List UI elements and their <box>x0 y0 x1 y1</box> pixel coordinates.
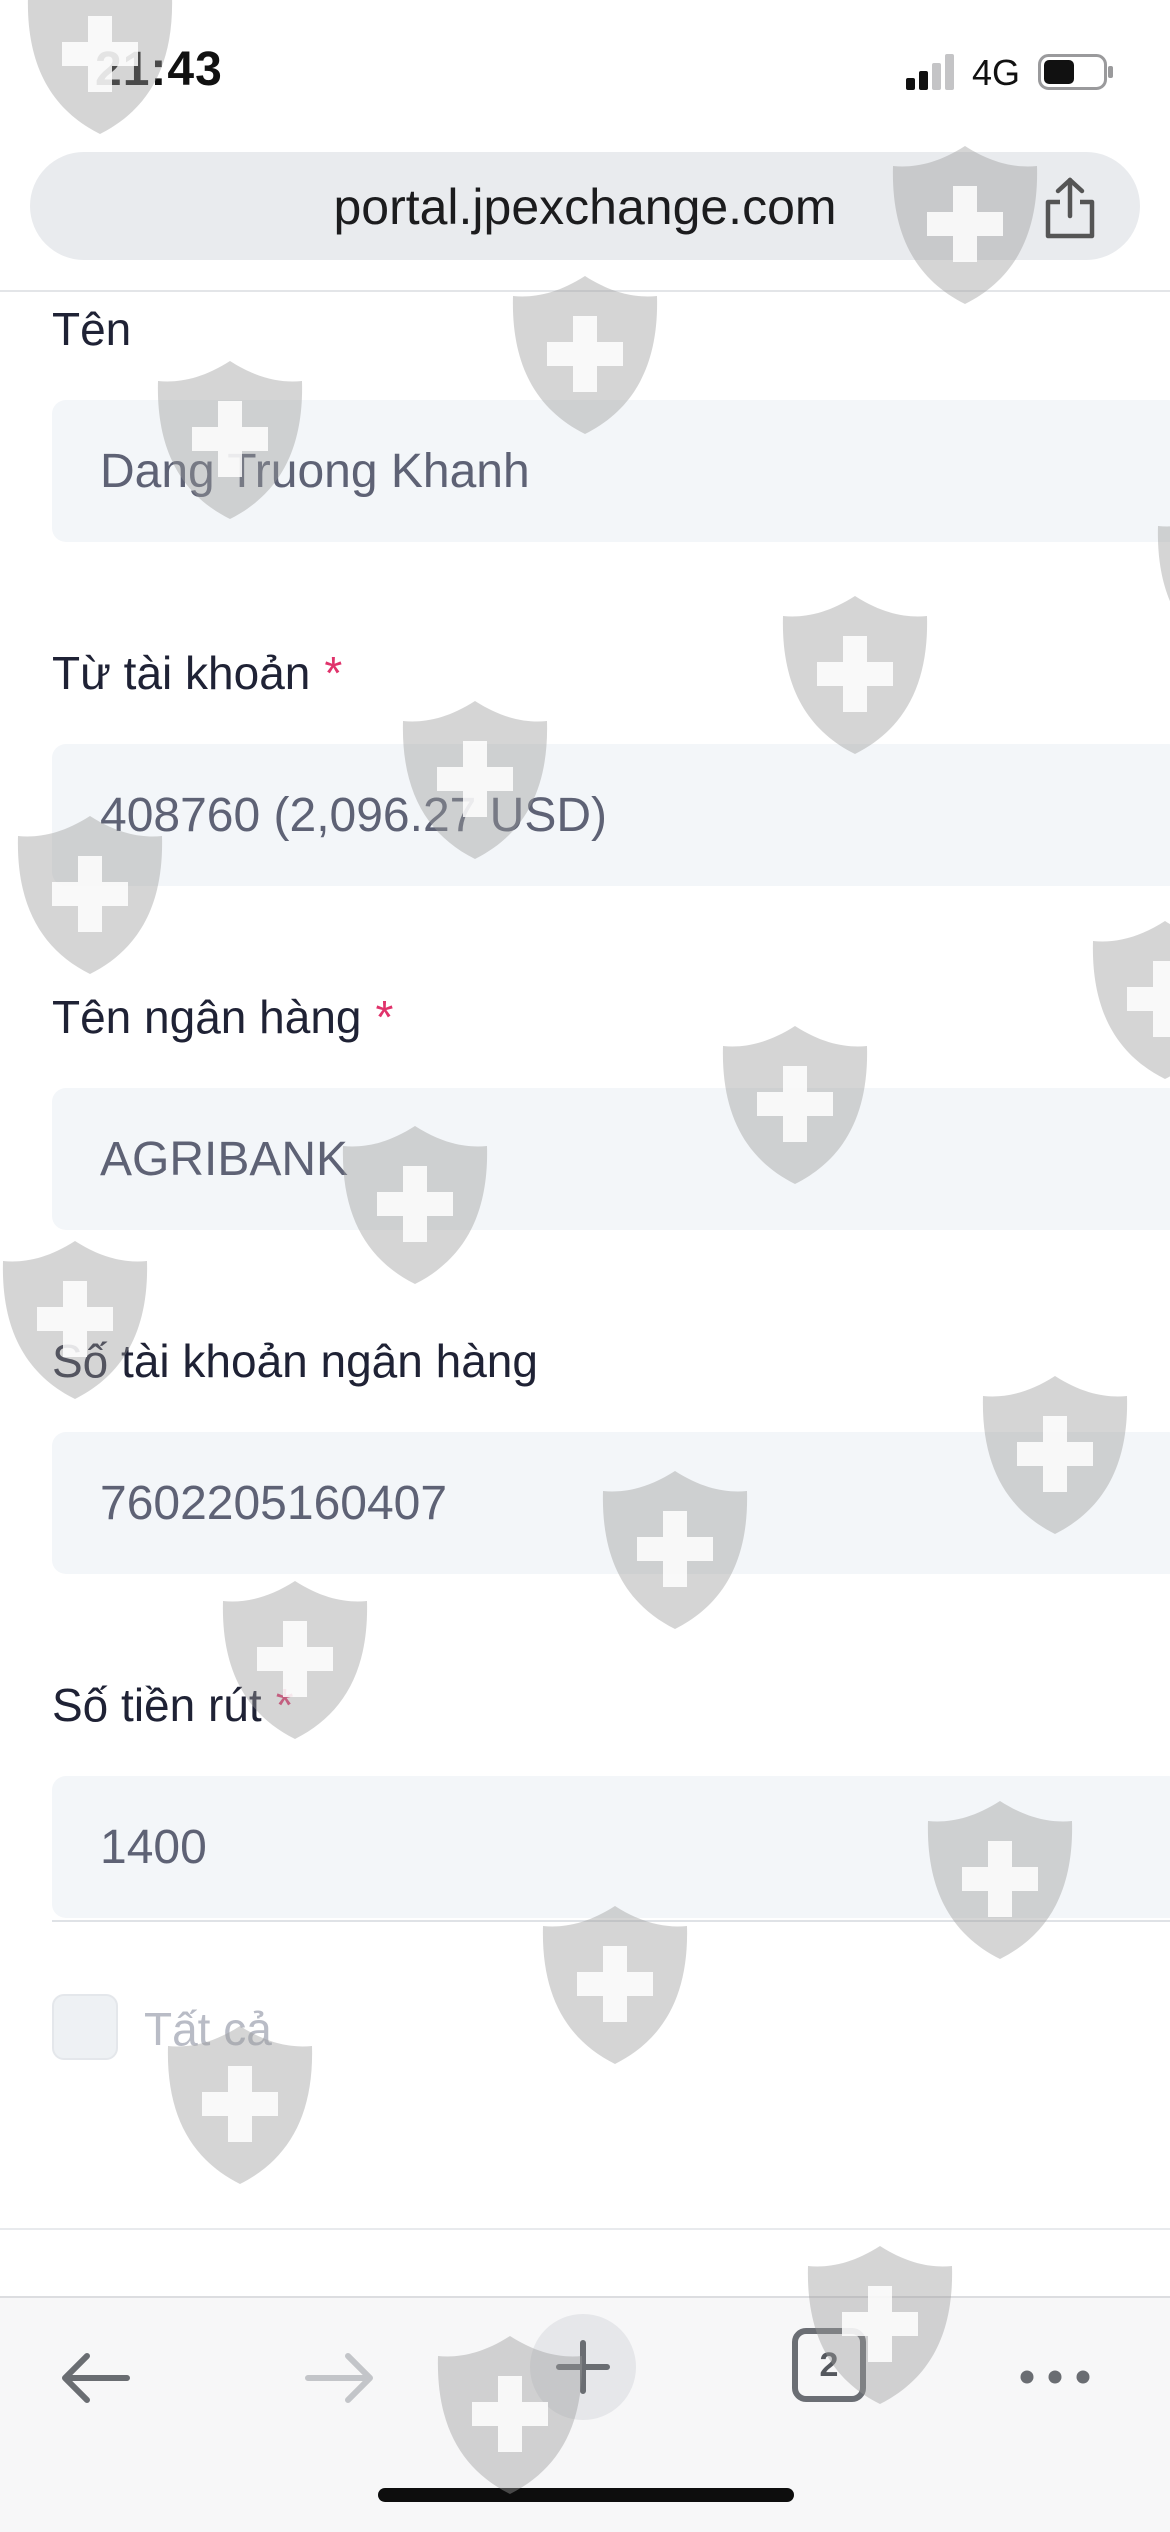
network-type: 4G <box>972 52 1021 93</box>
battery-icon <box>1038 54 1113 90</box>
withdraw-amount-input[interactable]: 1400 <box>52 1776 1170 1918</box>
bank-name-label: Tên ngân hàng * <box>52 991 394 1043</box>
withdraw-amount-label: Số tiền rút * <box>52 1679 294 1731</box>
withdraw-amount-value: 1400 <box>100 1821 207 1874</box>
divider <box>0 290 1170 292</box>
bank-account-number-field[interactable]: 7602205160407 <box>52 1432 1170 1574</box>
withdraw-all-label[interactable]: Tất cả <box>144 2002 272 2056</box>
screen: 21:43 4G portal.jpexchange.com Tên Dang … <box>0 0 1170 2532</box>
shield-cross-icon <box>542 1906 688 2064</box>
from-account-select[interactable]: 408760 (2,096.27 USD) <box>52 744 1170 886</box>
tab-count: 2 <box>819 2345 839 2384</box>
from-account-value: 408760 (2,096.27 USD) <box>100 789 607 842</box>
from-account-label: Từ tài khoản * <box>52 647 343 699</box>
share-icon[interactable] <box>1040 176 1100 240</box>
bank-account-number-value: 7602205160407 <box>100 1477 448 1530</box>
shield-cross-icon <box>1092 921 1170 1079</box>
back-button[interactable] <box>50 2338 140 2418</box>
status-time: 21:43 <box>95 43 223 96</box>
plus-icon <box>556 2340 610 2394</box>
arrow-right-icon <box>305 2353 373 2403</box>
home-indicator <box>378 2488 794 2502</box>
divider <box>0 2228 1170 2230</box>
shield-cross-icon <box>782 596 928 754</box>
required-mark: * <box>275 1679 294 1731</box>
new-tab-button[interactable] <box>530 2314 636 2420</box>
status-bar: 21:43 4G <box>0 0 1170 140</box>
bank-account-number-label: Số tài khoản ngân hàng <box>52 1335 538 1387</box>
url-text: portal.jpexchange.com <box>333 179 837 235</box>
name-field[interactable]: Dang Truong Khanh <box>52 400 1170 542</box>
arrow-left-icon <box>62 2353 130 2403</box>
cellular-signal-icon <box>906 54 954 90</box>
input-underline <box>52 1920 1170 1922</box>
name-value: Dang Truong Khanh <box>100 445 530 498</box>
tabs-button[interactable]: 2 <box>792 2328 866 2402</box>
forward-button[interactable] <box>295 2338 385 2418</box>
bank-name-value: AGRIBANK <box>100 1133 349 1186</box>
more-button[interactable] <box>1010 2342 1100 2412</box>
withdraw-all-checkbox[interactable] <box>52 1994 118 2060</box>
bank-name-field[interactable]: AGRIBANK <box>52 1088 1170 1230</box>
address-bar[interactable]: portal.jpexchange.com <box>30 152 1140 260</box>
name-label: Tên <box>52 303 132 355</box>
required-mark: * <box>324 647 343 699</box>
more-dots-icon <box>1020 2370 1090 2384</box>
required-mark: * <box>375 991 394 1043</box>
